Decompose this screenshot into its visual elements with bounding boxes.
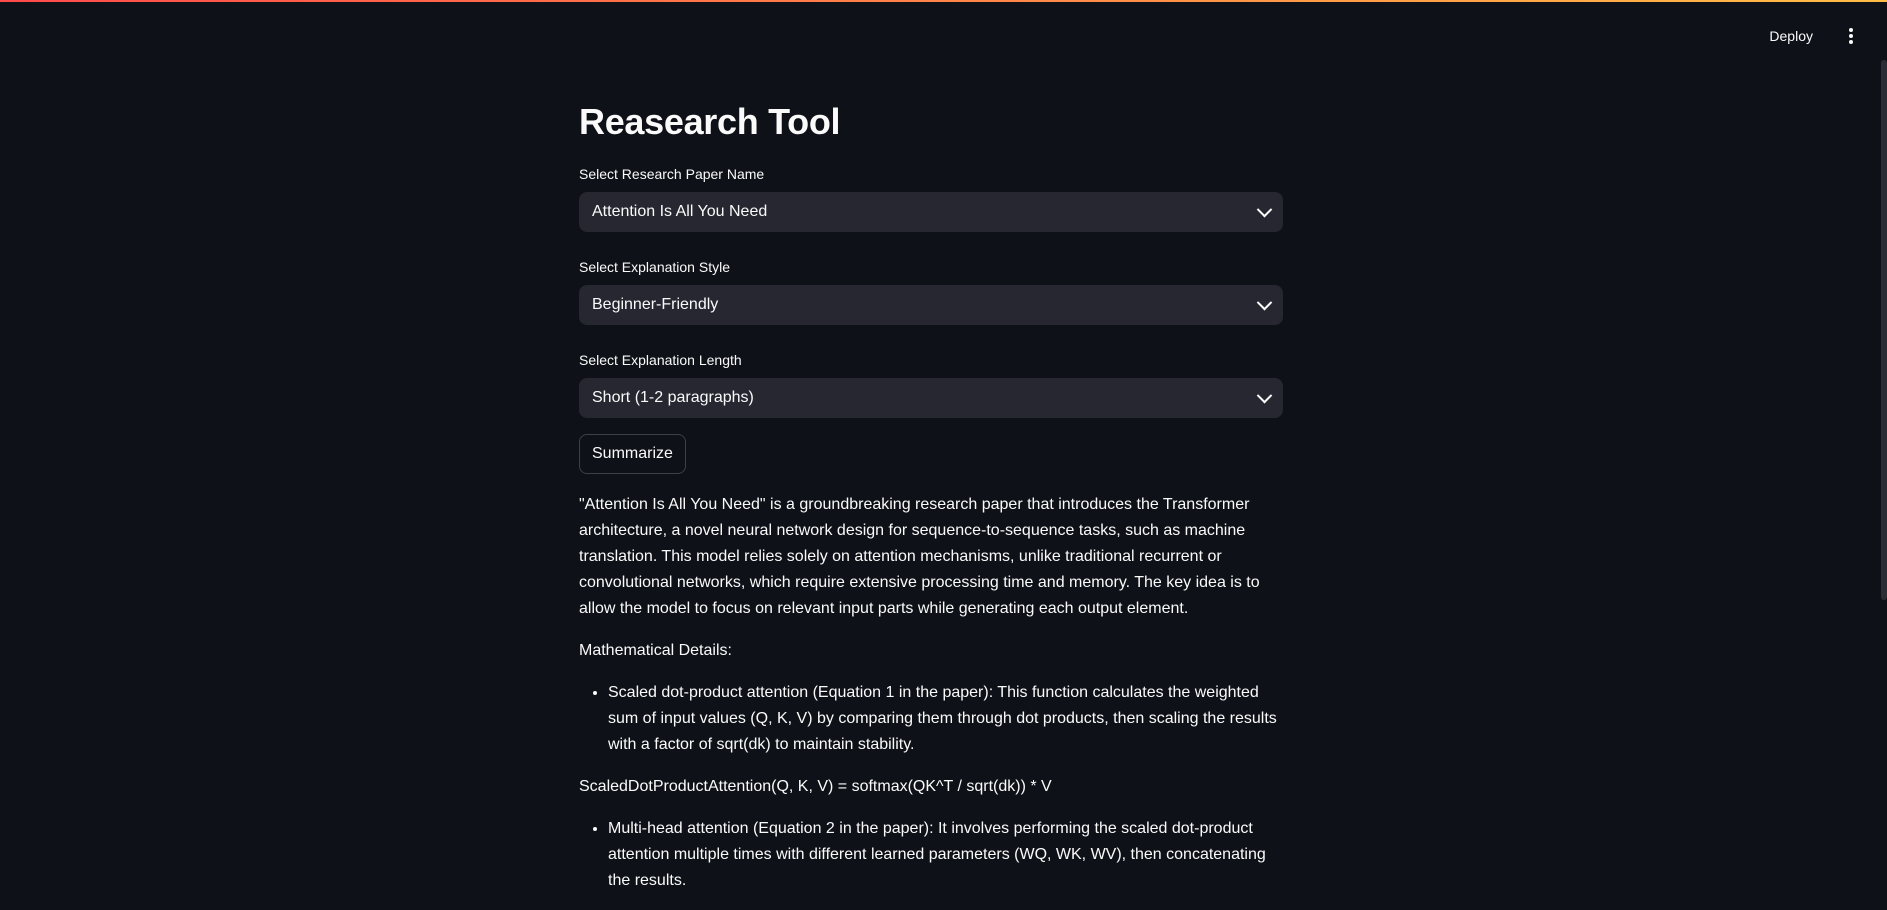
paper-select[interactable]: Attention Is All You Need bbox=[579, 192, 1283, 232]
main-content: Reasearch Tool Select Research Paper Nam… bbox=[579, 100, 1283, 910]
summary-intro: "Attention Is All You Need" is a groundb… bbox=[579, 496, 1260, 617]
vertical-ellipsis-icon[interactable] bbox=[1845, 26, 1857, 46]
paper-select-label: Select Research Paper Name bbox=[579, 166, 765, 182]
math-heading: Mathematical Details: bbox=[579, 642, 732, 659]
math-list: Scaled dot-product attention (Equation 1… bbox=[579, 680, 1283, 758]
deploy-button[interactable]: Deploy bbox=[1761, 24, 1821, 48]
list-item: Scaled dot-product attention (Equation 1… bbox=[608, 680, 1283, 758]
style-select-label: Select Explanation Style bbox=[579, 259, 730, 275]
menu-dot bbox=[1849, 28, 1853, 32]
list-item: Multi-head attention (Equation 2 in the … bbox=[608, 816, 1283, 894]
paper-select-value: Attention Is All You Need bbox=[592, 203, 768, 220]
length-select[interactable]: Short (1-2 paragraphs) bbox=[579, 378, 1283, 418]
menu-dot bbox=[1849, 40, 1853, 44]
page-title: Reasearch Tool bbox=[579, 101, 841, 142]
length-select-value: Short (1-2 paragraphs) bbox=[592, 389, 754, 406]
app-header: Deploy bbox=[0, 2, 1887, 68]
chevron-down-icon bbox=[1256, 294, 1273, 310]
menu-dot bbox=[1849, 34, 1853, 38]
page-scrollbar[interactable] bbox=[1881, 60, 1887, 600]
summary-output: "Attention Is All You Need" is a groundb… bbox=[579, 492, 1283, 894]
summarize-button[interactable]: Summarize bbox=[579, 434, 686, 474]
chevron-down-icon bbox=[1256, 201, 1273, 217]
style-select-value: Beginner-Friendly bbox=[592, 296, 719, 313]
math-list-2: Multi-head attention (Equation 2 in the … bbox=[579, 816, 1283, 894]
chevron-down-icon bbox=[1256, 387, 1273, 403]
style-select[interactable]: Beginner-Friendly bbox=[579, 285, 1283, 325]
length-select-label: Select Explanation Length bbox=[579, 352, 742, 368]
formula-text: ScaledDotProductAttention(Q, K, V) = sof… bbox=[579, 778, 1052, 795]
